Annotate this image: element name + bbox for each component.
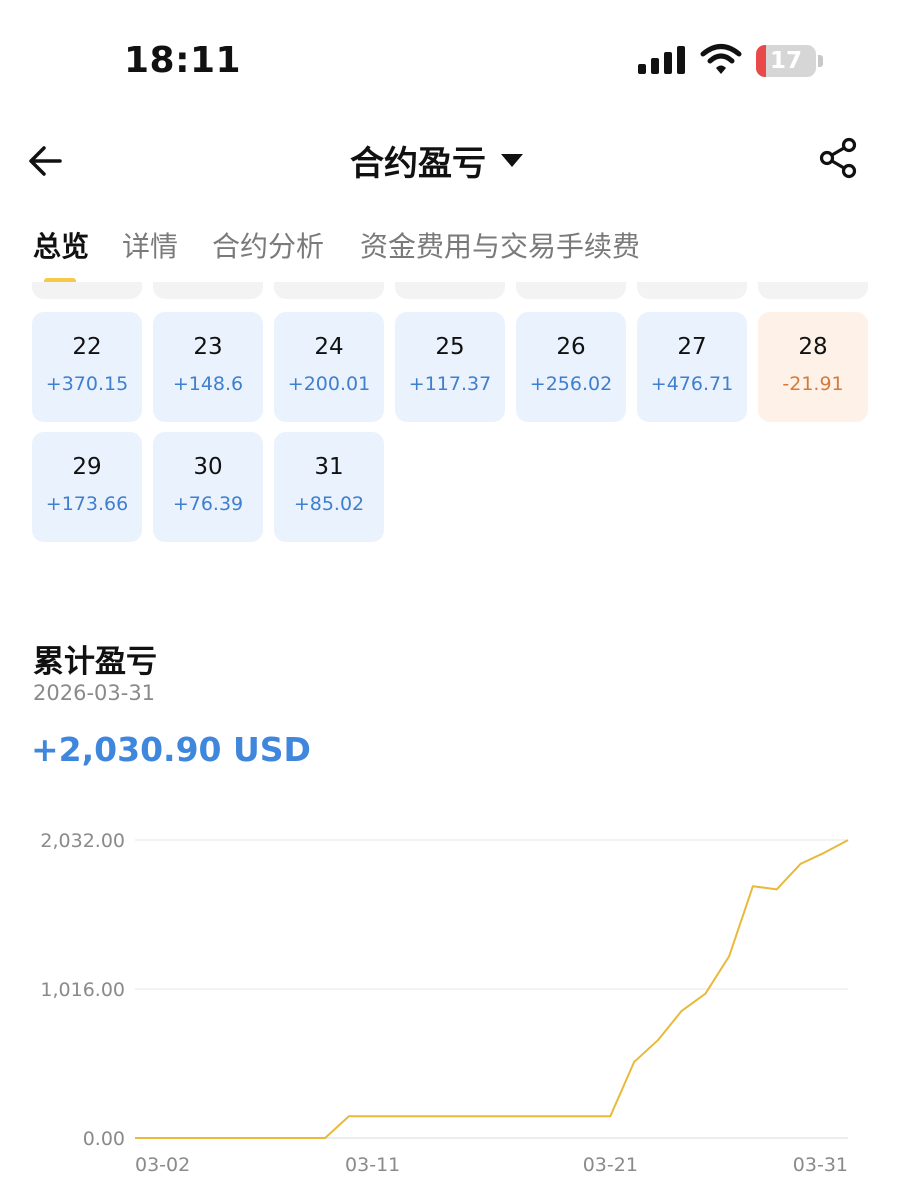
day-pnl-value: +256.02	[529, 373, 613, 395]
cumulative-pnl-total: +2,030.90 USD	[31, 730, 311, 769]
day-pnl-value: +76.39	[172, 493, 244, 515]
day-pnl-value: +370.15	[45, 373, 129, 395]
nav-bar: 合约盈亏	[0, 125, 901, 195]
day-number: 29	[72, 454, 102, 480]
day-pnl-value: -21.91	[782, 373, 844, 395]
calendar-cell-partial	[758, 282, 868, 299]
calendar-day-cell[interactable]: 26 +256.02	[516, 312, 626, 422]
cumulative-pnl-title: 累计盈亏	[33, 644, 157, 680]
day-number: 23	[193, 334, 223, 360]
day-pnl-value: +148.6	[172, 373, 244, 395]
day-pnl-value: +117.37	[408, 373, 492, 395]
caret-down-icon	[501, 154, 523, 167]
calendar-day-cell[interactable]: 25 +117.37	[395, 312, 505, 422]
x-tick-label: 03-21	[583, 1154, 638, 1176]
cumulative-pnl-chart-svg: 2,032.00 1,016.00 0.00 03-02 03-11 03-21 03-31	[40, 830, 849, 1176]
calendar-day-cell[interactable]: 27 +476.71	[637, 312, 747, 422]
calendar-day-cell[interactable]: 30 +76.39	[153, 432, 263, 542]
day-number: 26	[556, 334, 586, 360]
day-number: 27	[677, 334, 707, 360]
page-title: 合约盈亏	[350, 143, 486, 184]
calendar-cell-partial	[395, 282, 505, 299]
calendar-cell-partial	[637, 282, 747, 299]
calendar-day-cell[interactable]: 22 +370.15	[32, 312, 142, 422]
calendar-day-cell[interactable]: 28 -21.91	[758, 312, 868, 422]
share-icon[interactable]	[818, 137, 860, 179]
page-title-dropdown[interactable]: 合约盈亏	[350, 135, 524, 185]
calendar-cell-partial	[516, 282, 626, 299]
status-bar: 18:11 17	[0, 0, 901, 110]
calendar-cell-partial	[274, 282, 384, 299]
day-pnl-value: +173.66	[45, 493, 129, 515]
cellular-signal-icon	[638, 46, 685, 74]
day-pnl-value: +200.01	[287, 373, 371, 395]
day-number: 25	[435, 334, 465, 360]
back-arrow-icon[interactable]	[26, 141, 66, 181]
day-pnl-value: +85.02	[293, 493, 365, 515]
y-tick-label: 0.00	[83, 1128, 125, 1150]
tab-bar: 总览 详情 合约分析 资金费用与交易手续费	[0, 215, 901, 290]
x-tick-label: 03-31	[793, 1154, 848, 1176]
daily-pnl-calendar: 22 +370.15 23 +148.6 24 +200.01 25 +117.…	[0, 282, 901, 552]
calendar-cell-partial	[32, 282, 142, 299]
x-tick-label: 03-02	[135, 1154, 190, 1176]
battery-icon: 17	[756, 45, 824, 77]
battery-percentage: 17	[769, 48, 802, 74]
tab-overview[interactable]: 总览	[33, 225, 89, 265]
day-number: 24	[314, 334, 344, 360]
tab-details[interactable]: 详情	[122, 225, 178, 265]
calendar-cell-partial	[153, 282, 263, 299]
day-pnl-value: +476.71	[650, 373, 734, 395]
y-tick-label: 1,016.00	[40, 979, 125, 1001]
tab-funding-and-fees[interactable]: 资金费用与交易手续费	[360, 225, 640, 265]
day-number: 30	[193, 454, 223, 480]
status-time: 18:11	[124, 40, 242, 81]
y-tick-label: 2,032.00	[40, 830, 125, 852]
day-number: 28	[798, 334, 828, 360]
cumulative-pnl-chart: 2,032.00 1,016.00 0.00 03-02 03-11 03-21 03-31	[0, 820, 901, 1200]
tab-contract-analysis[interactable]: 合约分析	[212, 225, 324, 265]
cumulative-pnl-date: 2026-03-31	[33, 681, 156, 705]
calendar-day-cell[interactable]: 31 +85.02	[274, 432, 384, 542]
wifi-icon	[700, 44, 742, 74]
x-tick-label: 03-11	[345, 1154, 400, 1176]
calendar-day-cell[interactable]: 24 +200.01	[274, 312, 384, 422]
calendar-day-cell[interactable]: 29 +173.66	[32, 432, 142, 542]
calendar-day-cell[interactable]: 23 +148.6	[153, 312, 263, 422]
day-number: 22	[72, 334, 102, 360]
day-number: 31	[314, 454, 344, 480]
